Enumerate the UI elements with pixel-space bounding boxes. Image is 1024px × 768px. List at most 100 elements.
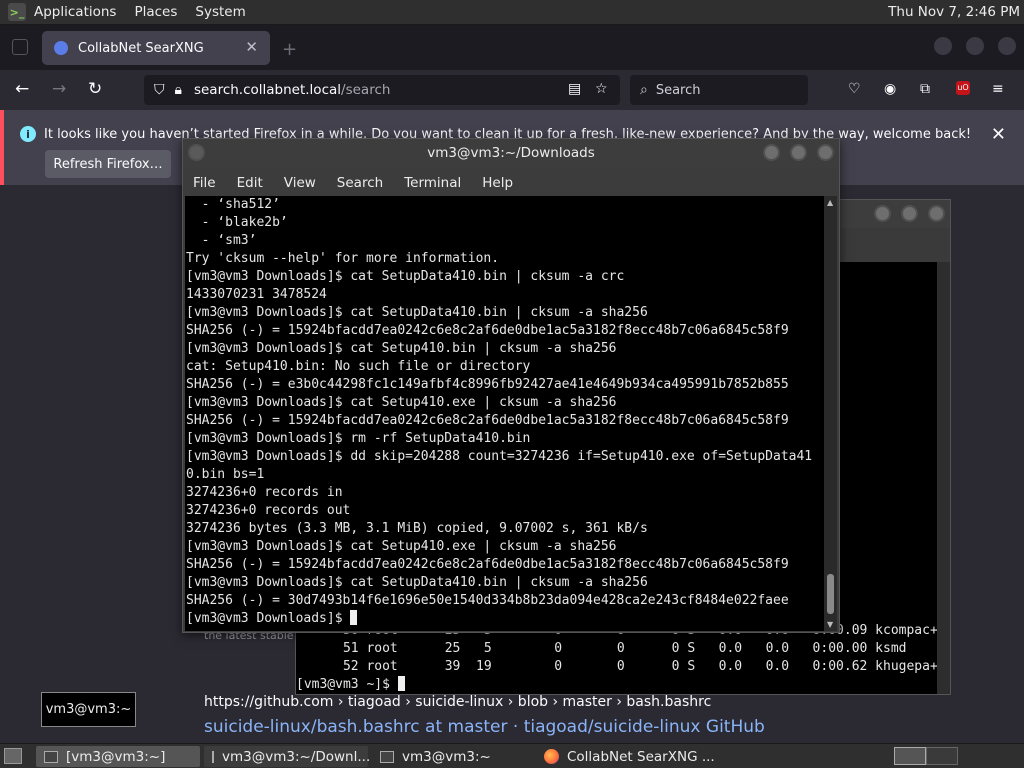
search-icon: ⌕ [640, 82, 648, 98]
menu-help[interactable]: Help [482, 175, 513, 191]
window-menu-icon[interactable] [188, 144, 205, 161]
search-placeholder: Search [655, 82, 701, 98]
close-window-button[interactable] [998, 37, 1016, 55]
minimize-window-button[interactable] [934, 37, 952, 55]
menu-system[interactable]: System [195, 4, 245, 20]
terminal-icon [44, 750, 58, 763]
terminal-line: 3274236+0 records in [186, 485, 343, 500]
terminal-line: [vm3@vm3 Downloads]$ cat SetupData410.bi… [186, 269, 625, 284]
terminal-scrollbar[interactable]: ▲ ▼ [824, 196, 837, 631]
maximize-window-button[interactable] [790, 144, 807, 161]
terminal-line: 0.bin bs=1 [186, 467, 265, 482]
minimize-window-button[interactable] [874, 205, 891, 222]
menu-file[interactable]: File [193, 175, 216, 191]
distro-logo-icon[interactable]: >_ [8, 3, 26, 21]
clock[interactable]: Thu Nov 7, 2:46 PM [888, 4, 1020, 20]
terminal-menubar: File Edit View Search Terminal Help [183, 169, 839, 196]
close-notification-icon[interactable]: ✕ [991, 124, 1006, 145]
terminal-line: [vm3@vm3 Downloads]$ cat Setup410.exe | … [186, 395, 617, 410]
taskbar-item-firefox[interactable]: CollabNet SearXNG ... [536, 746, 746, 767]
browser-navbar: ← → ↻ ⛉ 🔒︎ search.collabnet.local/search… [0, 70, 1024, 110]
terminal-title: vm3@vm3:~/Downloads [427, 145, 595, 161]
terminal-prompt[interactable]: [vm3@vm3 Downloads]$ [186, 610, 826, 628]
taskbar-tooltip: vm3@vm3:~ [41, 692, 136, 727]
terminal-line: 51 root 25 5 0 0 0 S 0.0 0.0 0:00.00 ksm… [296, 641, 907, 656]
terminal-line: SHA256 (-) = 15924bfacdd7ea0242c6e8c2af6… [186, 323, 789, 338]
terminal-line: [vm3@vm3 Downloads]$ cat Setup410.bin | … [186, 341, 617, 356]
tab-title: CollabNet SearXNG [78, 40, 204, 56]
scrollbar[interactable] [937, 262, 950, 694]
terminal-line: 3274236 bytes (3.3 MB, 3.1 MiB) copied, … [186, 521, 648, 536]
htop-terminal-prompt[interactable]: [vm3@vm3 ~]$ [296, 676, 939, 694]
url-text: search.collabnet.local/search [193, 82, 391, 98]
terminal-window[interactable]: vm3@vm3:~/Downloads File Edit View Searc… [182, 138, 840, 633]
workspace-switcher-1[interactable] [894, 747, 926, 765]
ublock-origin-icon[interactable]: uO [956, 81, 970, 95]
refresh-firefox-button[interactable]: Refresh Firefox… [45, 150, 171, 178]
scrollbar-thumb[interactable] [827, 574, 834, 614]
terminal-line: 3274236+0 records out [186, 503, 351, 518]
maximize-window-button[interactable] [901, 205, 918, 222]
shield-icon[interactable]: ⛉ [154, 82, 165, 98]
terminal-icon [380, 750, 394, 763]
forward-arrow-icon[interactable]: → [52, 79, 66, 99]
search-input[interactable]: ⌕ Search [630, 75, 808, 105]
menu-search[interactable]: Search [337, 175, 383, 191]
reader-view-icon[interactable]: ▤ [568, 81, 581, 97]
searxng-favicon-icon [54, 41, 68, 55]
new-tab-icon[interactable]: + [282, 39, 297, 60]
text-cursor [350, 610, 358, 625]
lock-icon[interactable]: 🔒︎ [175, 82, 182, 98]
terminal-line: SHA256 (-) = 30d7493b14f6e1696e50e1540d3… [186, 593, 789, 608]
bookmark-star-icon[interactable]: ☆ [595, 81, 608, 97]
maximize-window-button[interactable] [966, 37, 984, 55]
extensions-icon[interactable]: ⧉ [920, 81, 930, 97]
close-window-button[interactable] [817, 144, 834, 161]
result-url[interactable]: https://github.com › tiagoad › suicide-l… [204, 694, 711, 710]
tab-searxng[interactable]: CollabNet SearXNG ✕ [42, 31, 270, 65]
browser-tab-strip: CollabNet SearXNG ✕ + [0, 25, 1024, 70]
terminal-line: Try 'cksum --help' for more information. [186, 251, 500, 266]
taskbar-item-terminal-home-1[interactable]: [vm3@vm3:~] [36, 746, 200, 767]
text-cursor [397, 676, 405, 691]
menu-view[interactable]: View [284, 175, 316, 191]
firefox-icon [544, 749, 559, 764]
terminal-titlebar[interactable]: vm3@vm3:~/Downloads [183, 139, 839, 169]
tab-overview-icon[interactable] [12, 39, 28, 55]
menu-terminal[interactable]: Terminal [404, 175, 461, 191]
terminal-line: 1433070231 3478524 [186, 287, 327, 302]
minimize-window-button[interactable] [763, 144, 780, 161]
terminal-line: - ‘sm3’ [186, 233, 257, 248]
pocket-icon[interactable]: ♡ [848, 81, 861, 97]
hamburger-menu-icon[interactable]: ≡ [992, 81, 1004, 97]
terminal-line: - ‘sha512’ [186, 197, 280, 212]
terminal-line: SHA256 (-) = e3b0c44298fc1c149afbf4c8996… [186, 377, 789, 392]
scroll-down-icon[interactable]: ▼ [827, 620, 833, 629]
menu-edit[interactable]: Edit [237, 175, 263, 191]
back-arrow-icon[interactable]: ← [15, 79, 29, 99]
bottom-taskbar: [vm3@vm3:~] vm3@vm3:~/Downl... vm3@vm3:~… [0, 743, 1024, 768]
scroll-up-icon[interactable]: ▲ [827, 198, 833, 207]
terminal-line: SHA256 (-) = 15924bfacdd7ea0242c6e8c2af6… [186, 413, 789, 428]
terminal-screen[interactable]: - ‘sha512’ - ‘blake2b’ - ‘sm3’ Try 'cksum… [185, 196, 826, 631]
show-desktop-icon[interactable] [4, 748, 22, 764]
menu-applications[interactable]: Applications [34, 4, 116, 20]
terminal-line: [vm3@vm3 Downloads]$ dd skip=204288 coun… [186, 449, 813, 464]
top-panel: >_ Applications Places System Thu Nov 7,… [0, 0, 1024, 25]
terminal-line: SHA256 (-) = 15924bfacdd7ea0242c6e8c2af6… [186, 557, 789, 572]
menu-places[interactable]: Places [134, 4, 177, 20]
close-tab-icon[interactable]: ✕ [245, 38, 258, 56]
taskbar-item-terminal-downloads[interactable]: vm3@vm3:~/Downl... [204, 746, 370, 767]
result-title-link[interactable]: suicide-linux/bash.bashrc at master · ti… [204, 717, 765, 737]
account-icon[interactable]: ◉ [884, 81, 896, 97]
terminal-line: [vm3@vm3 Downloads]$ rm -rf SetupData410… [186, 431, 531, 446]
close-window-button[interactable] [928, 205, 945, 222]
workspace-switcher-2[interactable] [926, 747, 958, 765]
info-icon: i [20, 126, 36, 142]
terminal-line: 52 root 39 19 0 0 0 S 0.0 0.0 0:00.62 kh… [296, 659, 938, 674]
url-bar[interactable]: ⛉ 🔒︎ search.collabnet.local/search ▤ ☆ [144, 75, 620, 105]
reload-icon[interactable]: ↻ [88, 79, 102, 99]
taskbar-item-terminal-home-2[interactable]: vm3@vm3:~ [372, 746, 532, 767]
terminal-line: - ‘blake2b’ [186, 215, 288, 230]
terminal-line: [vm3@vm3 Downloads]$ cat Setup410.exe | … [186, 539, 617, 554]
